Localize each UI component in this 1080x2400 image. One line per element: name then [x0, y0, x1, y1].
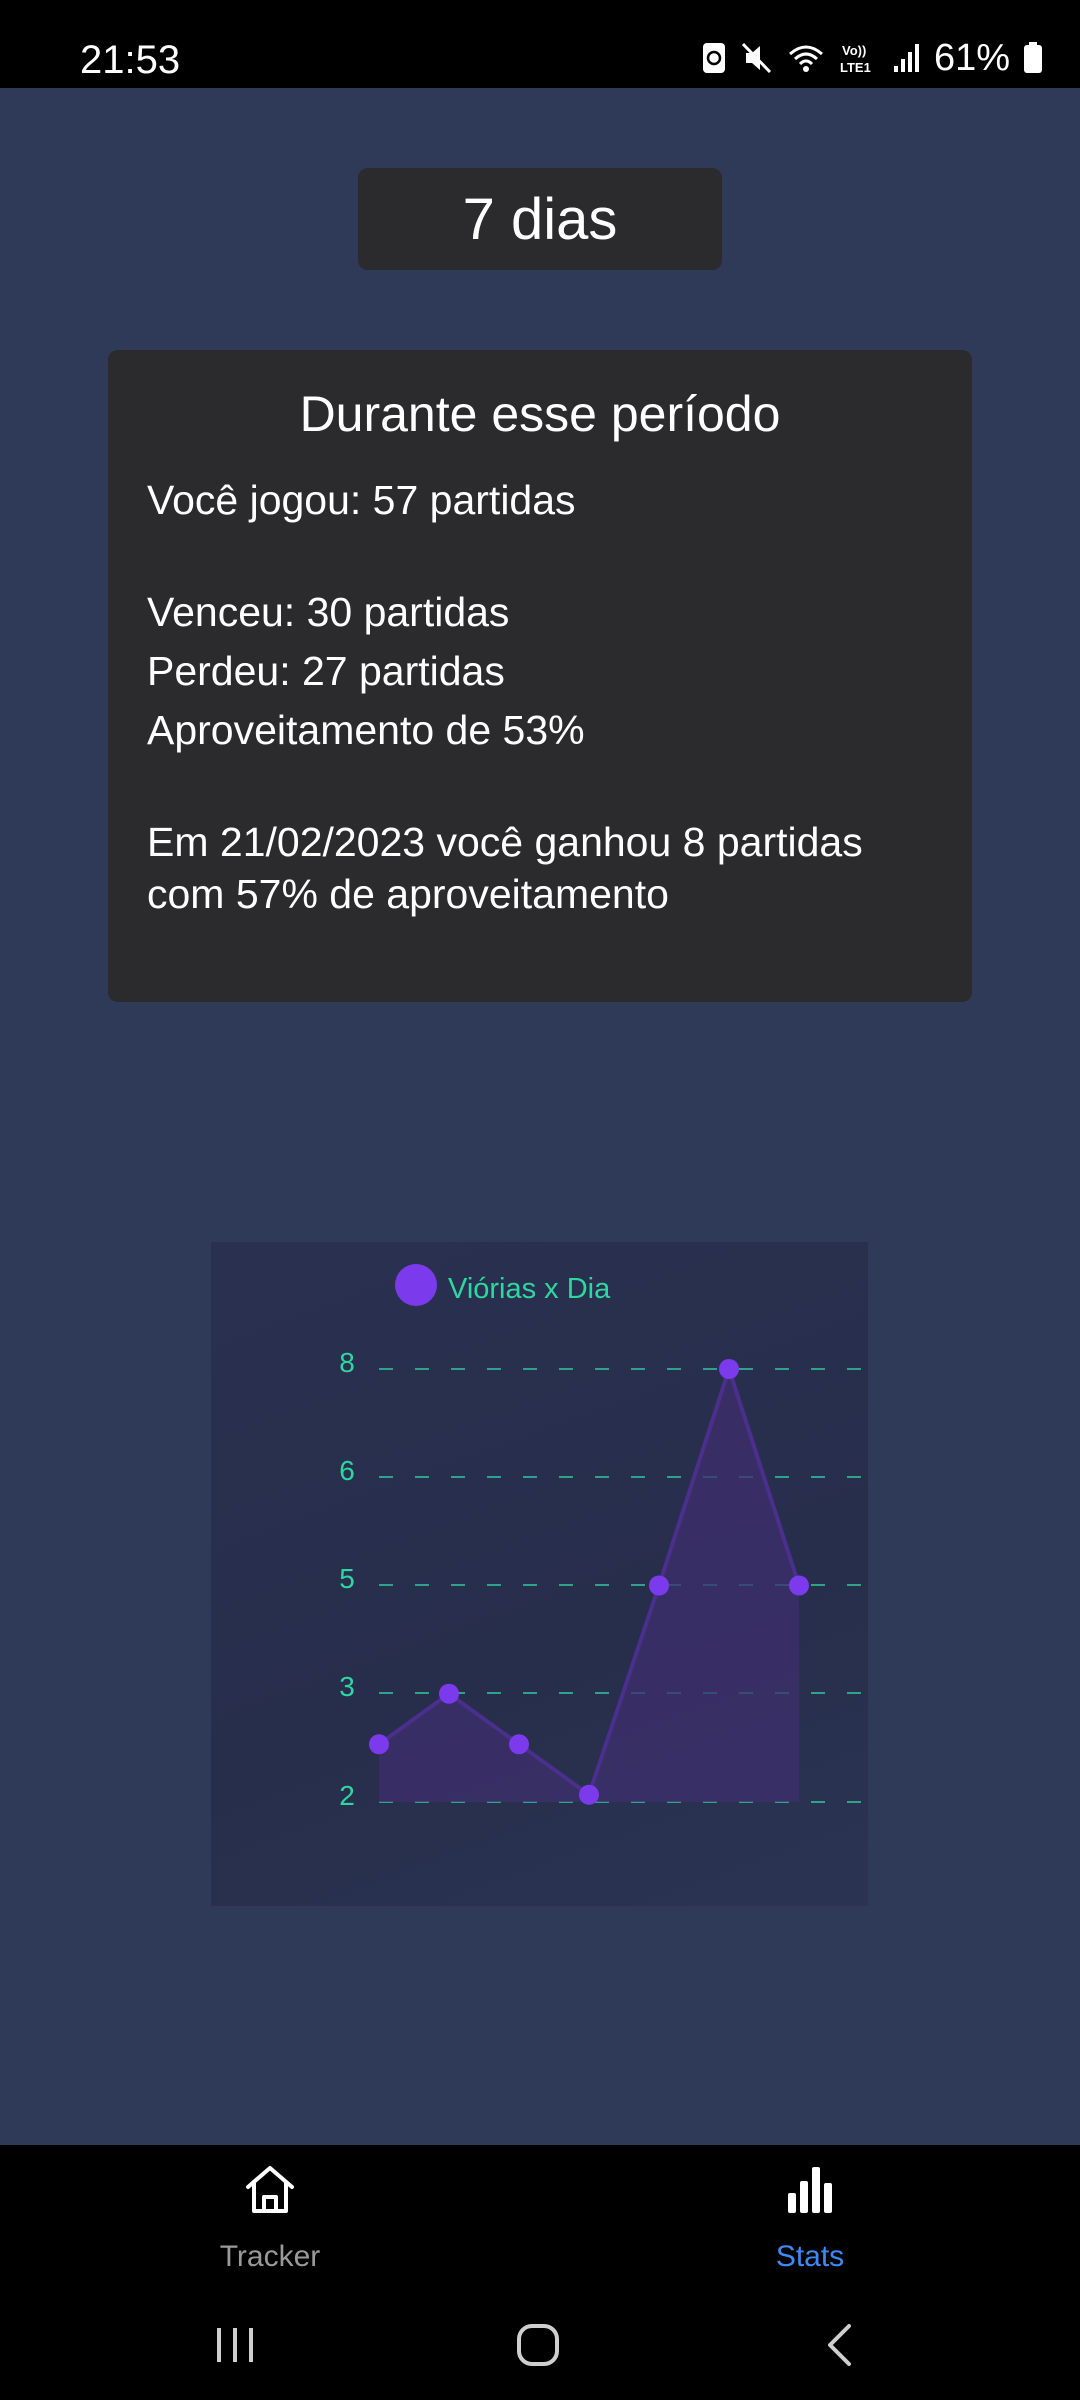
- lost-count: Perdeu: 27 partidas: [147, 648, 505, 694]
- status-time: 21:53: [80, 38, 181, 82]
- y-tick-label: 5: [339, 1563, 355, 1594]
- svg-text:LTE1: LTE1: [840, 60, 871, 75]
- bar-chart-icon: [782, 2161, 838, 2222]
- best-day-line-1: Em 21/02/2023 você ganhou 8 partidas: [147, 819, 863, 865]
- won-count: Venceu: 30 partidas: [147, 589, 510, 635]
- system-nav-bar: [0, 2290, 1080, 2400]
- svg-text:Vo)): Vo)): [842, 43, 866, 58]
- data-point: [509, 1734, 529, 1755]
- nav-tab-stats[interactable]: Stats: [660, 2145, 960, 2290]
- data-point: [719, 1359, 739, 1379]
- series-area: [379, 1369, 799, 1802]
- back-icon[interactable]: [796, 2310, 886, 2380]
- data-point: [789, 1575, 809, 1596]
- best-day-line-2: com 57% de aproveitamento: [147, 871, 669, 917]
- data-point: [439, 1683, 459, 1704]
- volte-icon: Vo)) LTE1: [838, 40, 880, 76]
- period-selector[interactable]: 7 dias: [358, 168, 722, 270]
- mute-icon: [740, 40, 774, 76]
- y-tick-label: 6: [339, 1455, 355, 1486]
- home-circle-icon[interactable]: [493, 2310, 583, 2380]
- y-tick-label: 2: [339, 1780, 355, 1811]
- wins-per-day-chart: Viórias x Dia 8 6 5 3 2: [211, 1242, 868, 1906]
- legend-marker: [395, 1264, 437, 1306]
- data-point: [579, 1784, 599, 1805]
- data-point: [369, 1734, 389, 1755]
- summary-card: Durante esse período Você jogou: 57 part…: [108, 350, 972, 1002]
- nav-label-tracker: Tracker: [219, 2240, 321, 2273]
- status-bar: 21:53 Vo)) LTE1 61%: [0, 0, 1080, 88]
- chart-svg: Viórias x Dia 8 6 5 3 2: [339, 1264, 868, 1811]
- battery-icon: [1022, 40, 1044, 76]
- win-rate: Aproveitamento de 53%: [147, 707, 585, 753]
- summary-title: Durante esse período: [299, 386, 781, 442]
- nav-tab-tracker[interactable]: Tracker: [120, 2145, 420, 2290]
- nav-label-stats: Stats: [775, 2240, 845, 2273]
- signal-icon: [892, 40, 922, 76]
- bottom-nav: Tracker Stats: [0, 2145, 1080, 2290]
- y-tick-label: 8: [339, 1347, 355, 1378]
- played-count: Você jogou: 57 partidas: [147, 477, 576, 523]
- battery-percent: 61%: [933, 37, 1010, 79]
- wifi-icon: [786, 40, 826, 76]
- y-tick-label: 3: [339, 1671, 355, 1702]
- recent-apps-icon[interactable]: [190, 2310, 280, 2380]
- data-point: [649, 1575, 669, 1596]
- status-icons: Vo)) LTE1 61%: [700, 34, 1044, 82]
- legend-label: Viórias x Dia: [448, 1273, 611, 1305]
- sync-icon: [700, 40, 728, 76]
- home-icon: [242, 2161, 298, 2222]
